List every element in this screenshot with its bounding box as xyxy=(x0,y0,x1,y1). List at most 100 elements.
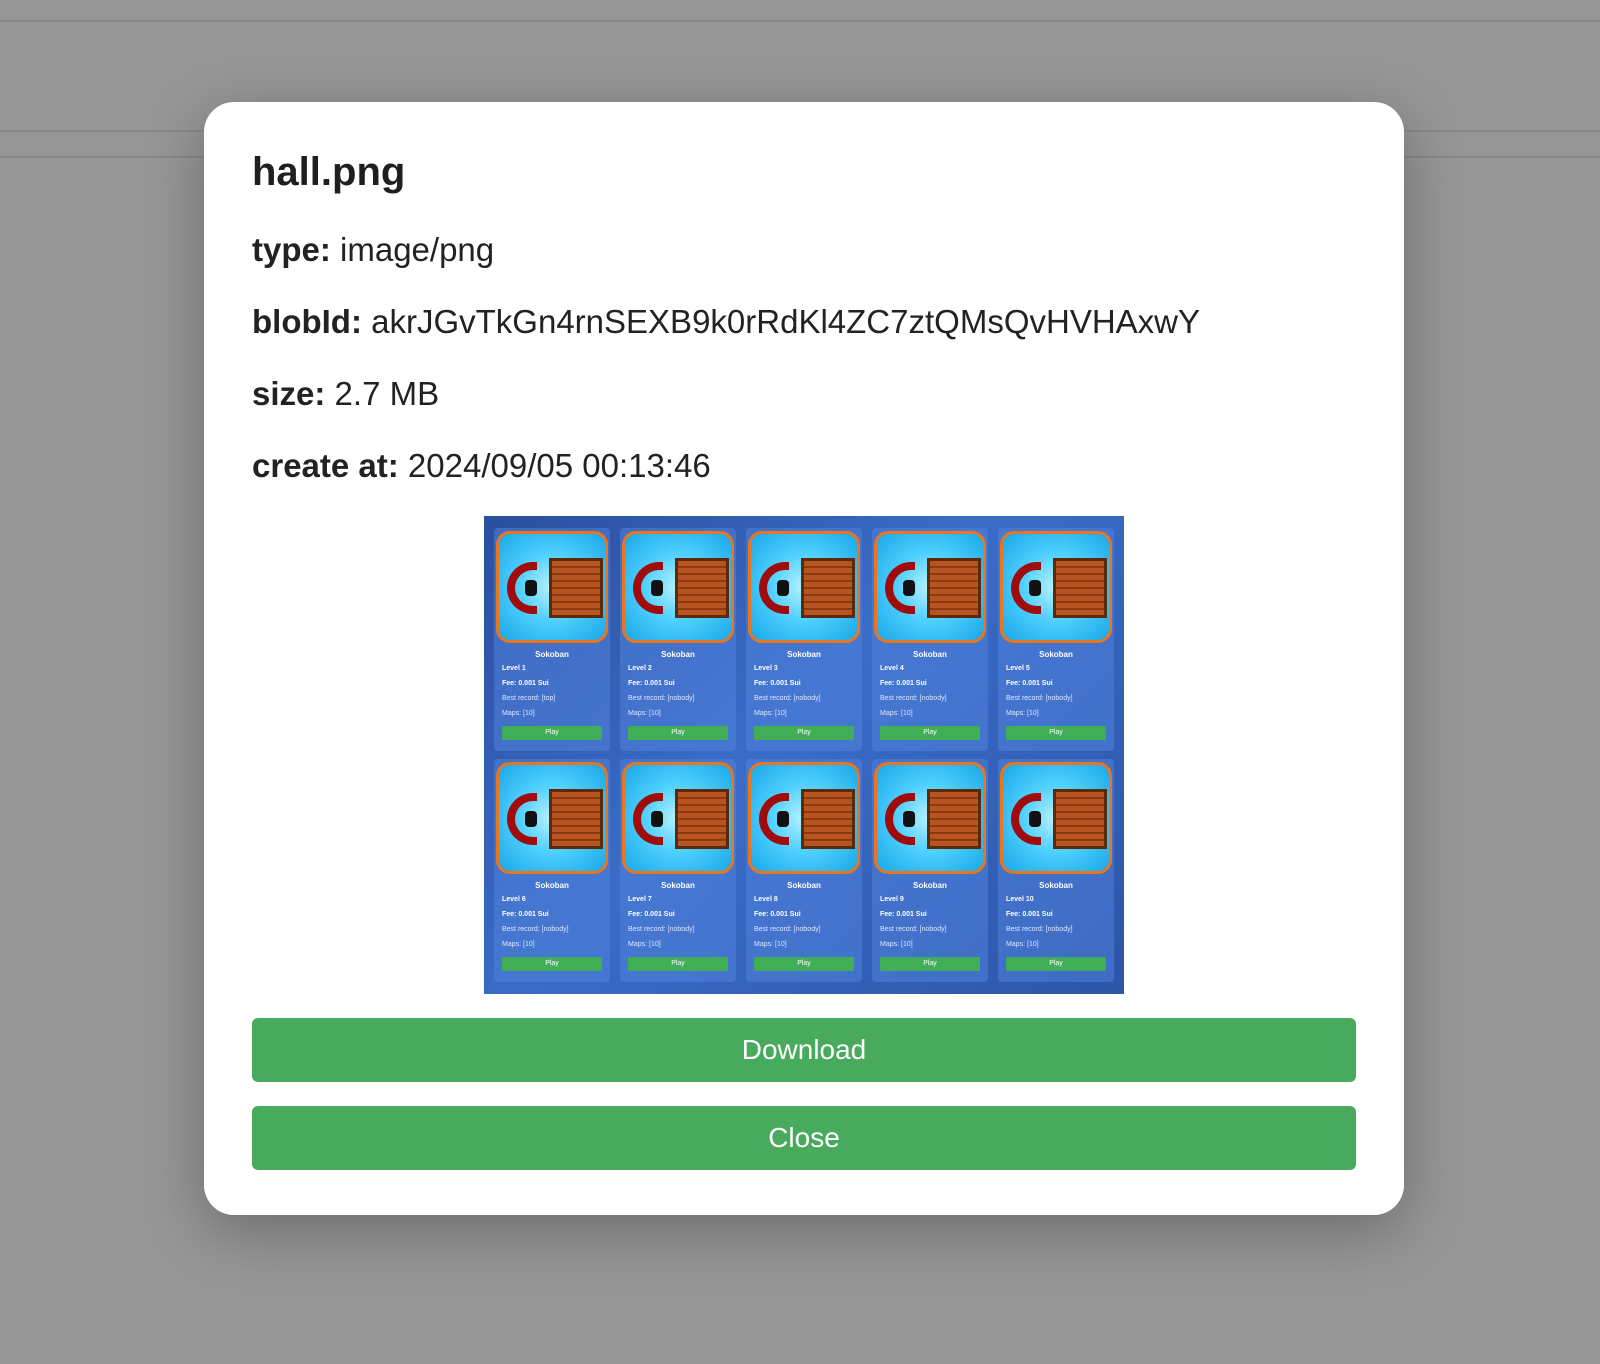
crate-icon xyxy=(801,789,855,849)
eye-icon xyxy=(1029,811,1041,827)
card-maps: Maps: [10] xyxy=(754,710,787,717)
sokoban-icon xyxy=(1000,762,1112,874)
file-size-value: 2.7 MB xyxy=(334,375,440,412)
download-button[interactable]: Download xyxy=(252,1018,1356,1082)
sokoban-icon xyxy=(748,762,860,874)
card-maps: Maps: [10] xyxy=(628,941,661,948)
crate-icon xyxy=(1053,558,1107,618)
card-record: Best record: [nobody] xyxy=(754,926,821,933)
card-title: Sokoban xyxy=(1039,881,1073,890)
file-size-label: size: xyxy=(252,375,326,412)
preview-card: Sokoban Level 1 Fee: 0.001 Sui Best record:… xyxy=(494,528,610,751)
crate-icon xyxy=(675,558,729,618)
card-play-button: Play xyxy=(628,726,728,740)
preview-card: Sokoban Level 10 Fee: 0.001 Sui Best record… xyxy=(998,759,1114,982)
sokoban-icon xyxy=(1000,531,1112,643)
sokoban-icon xyxy=(622,762,734,874)
card-maps: Maps: [10] xyxy=(754,941,787,948)
card-record: Best record: [nobody] xyxy=(880,926,947,933)
crate-icon xyxy=(675,789,729,849)
card-fee: Fee: 0.001 Sui xyxy=(754,680,801,687)
card-level: Level 8 xyxy=(754,896,778,903)
crate-icon xyxy=(549,789,603,849)
sokoban-icon xyxy=(496,531,608,643)
card-title: Sokoban xyxy=(535,650,569,659)
card-record: Best record: [nobody] xyxy=(502,926,569,933)
preview-card: Sokoban Level 7 Fee: 0.001 Sui Best record:… xyxy=(620,759,736,982)
card-title: Sokoban xyxy=(535,881,569,890)
card-level: Level 6 xyxy=(502,896,526,903)
eye-icon xyxy=(651,811,663,827)
card-fee: Fee: 0.001 Sui xyxy=(1006,911,1053,918)
card-record: Best record: [nobody] xyxy=(880,695,947,702)
eye-icon xyxy=(903,811,915,827)
preview-card: Sokoban Level 4 Fee: 0.001 Sui Best record:… xyxy=(872,528,988,751)
card-level: Level 10 xyxy=(1006,896,1034,903)
card-play-button: Play xyxy=(502,957,602,971)
card-play-button: Play xyxy=(1006,726,1106,740)
preview-card: Sokoban Level 5 Fee: 0.001 Sui Best record:… xyxy=(998,528,1114,751)
sokoban-icon xyxy=(496,762,608,874)
card-title: Sokoban xyxy=(913,650,947,659)
file-type-label: type: xyxy=(252,231,331,268)
crate-icon xyxy=(927,558,981,618)
card-title: Sokoban xyxy=(787,650,821,659)
crate-icon xyxy=(549,558,603,618)
card-record: Best record: [top] xyxy=(502,695,556,702)
card-fee: Fee: 0.001 Sui xyxy=(880,911,927,918)
preview-card: Sokoban Level 8 Fee: 0.001 Sui Best record:… xyxy=(746,759,862,982)
close-button[interactable]: Close xyxy=(252,1106,1356,1170)
blob-id-value: akrJGvTkGn4rnSEXB9k0rRdKl4ZC7ztQMsQvHVHA… xyxy=(371,303,1201,340)
sokoban-icon xyxy=(622,531,734,643)
file-size-row: size: 2.7 MB xyxy=(252,358,1356,430)
card-level: Level 9 xyxy=(880,896,904,903)
card-level: Level 2 xyxy=(628,665,652,672)
background-divider xyxy=(0,20,1600,22)
card-maps: Maps: [10] xyxy=(880,941,913,948)
sokoban-icon xyxy=(874,762,986,874)
card-play-button: Play xyxy=(880,957,980,971)
preview-card: Sokoban Level 6 Fee: 0.001 Sui Best record:… xyxy=(494,759,610,982)
eye-icon xyxy=(777,580,789,596)
blob-id-label: blobId: xyxy=(252,303,362,340)
card-play-button: Play xyxy=(502,726,602,740)
card-record: Best record: [nobody] xyxy=(628,926,695,933)
file-type-value: image/png xyxy=(340,231,495,268)
card-maps: Maps: [10] xyxy=(628,710,661,717)
card-play-button: Play xyxy=(880,726,980,740)
eye-icon xyxy=(525,811,537,827)
card-level: Level 3 xyxy=(754,665,778,672)
card-fee: Fee: 0.001 Sui xyxy=(628,911,675,918)
preview-card: Sokoban Level 2 Fee: 0.001 Sui Best record:… xyxy=(620,528,736,751)
card-fee: Fee: 0.001 Sui xyxy=(502,911,549,918)
eye-icon xyxy=(1029,580,1041,596)
created-at-value: 2024/09/05 00:13:46 xyxy=(407,447,711,484)
crate-icon xyxy=(801,558,855,618)
sokoban-icon xyxy=(748,531,860,643)
crate-icon xyxy=(1053,789,1107,849)
card-play-button: Play xyxy=(754,957,854,971)
card-play-button: Play xyxy=(754,726,854,740)
card-level: Level 1 xyxy=(502,665,526,672)
blob-id-row: blobId: akrJGvTkGn4rnSEXB9k0rRdKl4ZC7ztQ… xyxy=(252,286,1356,358)
card-maps: Maps: [10] xyxy=(1006,710,1039,717)
eye-icon xyxy=(903,580,915,596)
image-preview: Sokoban Level 1 Fee: 0.001 Sui Best record:… xyxy=(484,516,1124,994)
card-level: Level 7 xyxy=(628,896,652,903)
card-fee: Fee: 0.001 Sui xyxy=(754,911,801,918)
card-fee: Fee: 0.001 Sui xyxy=(502,680,549,687)
dialog-title: hall.png xyxy=(252,150,406,194)
card-fee: Fee: 0.001 Sui xyxy=(628,680,675,687)
preview-card: Sokoban Level 9 Fee: 0.001 Sui Best record:… xyxy=(872,759,988,982)
eye-icon xyxy=(525,580,537,596)
card-record: Best record: [nobody] xyxy=(754,695,821,702)
card-maps: Maps: [10] xyxy=(502,710,535,717)
preview-card: Sokoban Level 3 Fee: 0.001 Sui Best record:… xyxy=(746,528,862,751)
card-fee: Fee: 0.001 Sui xyxy=(1006,680,1053,687)
card-title: Sokoban xyxy=(913,881,947,890)
crate-icon xyxy=(927,789,981,849)
file-type-row: type: image/png xyxy=(252,214,1356,286)
sokoban-icon xyxy=(874,531,986,643)
card-title: Sokoban xyxy=(661,650,695,659)
card-record: Best record: [nobody] xyxy=(628,695,695,702)
